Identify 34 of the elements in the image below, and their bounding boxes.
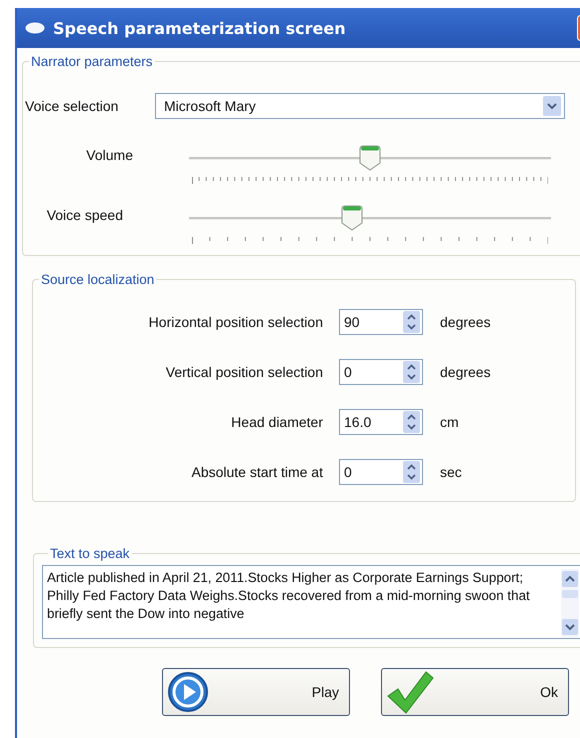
field-label: Vertical position selection	[164, 364, 323, 380]
field-label: Head diameter	[230, 414, 323, 430]
voice-dropdown[interactable]: Microsoft Mary	[155, 93, 565, 119]
spin-buttons-icon[interactable]	[403, 411, 420, 433]
unit-label: cm	[440, 414, 459, 430]
oval-icon	[25, 22, 45, 34]
slider-thumb[interactable]	[359, 145, 381, 171]
field-label: Voice selection	[24, 98, 120, 114]
check-icon	[386, 670, 434, 714]
slider-thumb[interactable]	[340, 205, 363, 231]
group-title: Text to speak	[49, 546, 131, 561]
window-title: Speech parameterization screen	[53, 18, 347, 38]
spin-buttons-icon[interactable]	[403, 311, 420, 333]
play-button[interactable]: Play	[162, 668, 350, 716]
spin-buttons-icon[interactable]	[403, 361, 420, 383]
slider-label: Volume	[85, 146, 133, 163]
group-title: Source localization	[40, 272, 156, 287]
text-area[interactable]: Article published in April 21, 2011.Stocks Higher as Corporate Earnings Support; Philly Fed Factory Data Weighs.Stocks recovered from a mid-morning swoon that briefly sent the Dow into negative	[42, 565, 580, 639]
ok-button[interactable]: Ok	[381, 668, 569, 716]
unit-label: sec	[440, 464, 462, 480]
field-label: Absolute start time at	[190, 464, 323, 480]
slider-label: Voice speed	[46, 206, 124, 223]
field-label: Horizontal position selection	[148, 314, 323, 330]
spin-buttons-icon[interactable]	[403, 461, 420, 483]
scrollbar[interactable]	[561, 569, 579, 637]
number-field[interactable]: 0	[339, 459, 423, 485]
number-field[interactable]: 0	[339, 359, 423, 385]
unit-label: degrees	[440, 314, 491, 330]
number-field[interactable]: 90	[339, 309, 423, 335]
dropdown-icon[interactable]	[543, 96, 561, 116]
unit-label: degrees	[440, 364, 491, 380]
play-icon	[167, 671, 209, 713]
number-field[interactable]: 16.0	[339, 409, 423, 435]
group-title: Narrator parameters	[30, 54, 154, 69]
